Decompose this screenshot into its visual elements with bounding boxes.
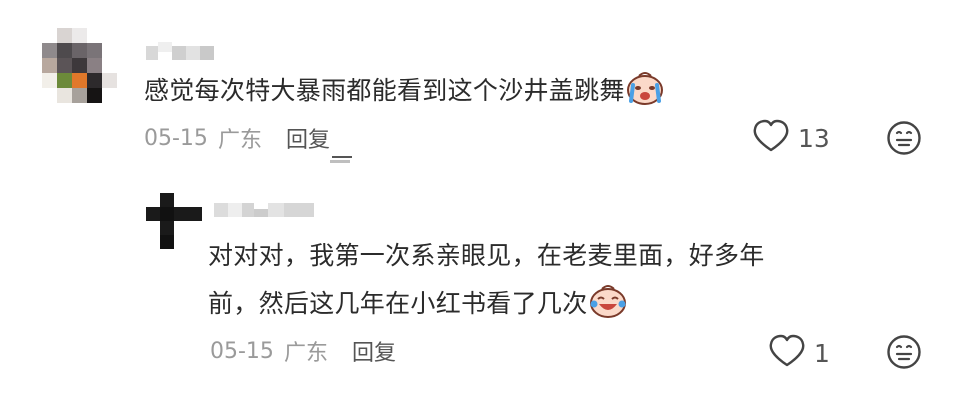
- replier-avatar-pixel: [146, 221, 160, 235]
- replier-avatar-pixel: [174, 207, 188, 221]
- replier-avatar-pixel: [160, 235, 174, 249]
- reaction-emoji-button[interactable]: [886, 120, 922, 160]
- commenter-avatar-pixel: [87, 73, 102, 88]
- reply-reaction-emoji-button[interactable]: [886, 334, 922, 374]
- neutral-face-icon: [887, 121, 921, 155]
- like-count: 1: [814, 338, 830, 368]
- commenter-avatar-pixel: [57, 88, 72, 103]
- commenter-avatar-pixel: [42, 73, 57, 88]
- comment-meta: 05-15 广东 回复: [144, 122, 330, 154]
- reply-date: 05-15: [210, 338, 274, 364]
- replier-avatar-pixel: [160, 221, 174, 235]
- replier-avatar-pixel: [160, 193, 174, 207]
- commenter-avatar-pixel: [42, 43, 57, 58]
- replier-avatar-pixel: [188, 193, 202, 207]
- replier-avatar-pixel: [188, 221, 202, 235]
- laughing-tears-face-icon: [588, 284, 628, 331]
- replier-username-blurred[interactable]: [214, 203, 314, 217]
- replier-avatar-pixel: [188, 235, 202, 249]
- commenter-avatar-pixel: [57, 73, 72, 88]
- commenter-avatar-pixel: [42, 88, 57, 103]
- replier-avatar-pixel: [174, 235, 188, 249]
- commenter-avatar-pixel: [72, 88, 87, 103]
- commenter-avatar-pixel: [72, 73, 87, 88]
- reply-reply-button[interactable]: 回复: [352, 335, 396, 367]
- reply-text-line1: 对对对，我第一次系亲眼见，在老麦里面，好多年: [208, 241, 765, 270]
- replier-avatar-pixel: [160, 207, 174, 221]
- replier-avatar-pixel: [146, 235, 160, 249]
- comment-body: 感觉每次特大暴雨都能看到这个沙井盖跳舞: [144, 76, 625, 105]
- reply-meta: 05-15 广东 回复: [210, 335, 396, 367]
- commenter-avatar-pixel: [87, 28, 102, 43]
- commenter-avatar-pixel: [102, 88, 117, 103]
- commenter-avatar[interactable]: [42, 28, 117, 103]
- divider-fragment: [330, 160, 350, 163]
- commenter-username-blurred[interactable]: [146, 40, 214, 60]
- commenter-avatar-pixel: [102, 73, 117, 88]
- reply-underline: [332, 156, 352, 158]
- reply-location: 广东: [283, 341, 328, 366]
- comment-reply-button[interactable]: 回复: [286, 122, 330, 154]
- commenter-avatar-pixel: [42, 28, 57, 43]
- commenter-avatar-pixel: [87, 58, 102, 73]
- replier-avatar-pixel: [174, 193, 188, 207]
- commenter-avatar-pixel: [87, 43, 102, 58]
- comment-text: 感觉每次特大暴雨都能看到这个沙井盖跳舞: [144, 70, 665, 118]
- commenter-avatar-pixel: [57, 43, 72, 58]
- commenter-avatar-pixel: [72, 28, 87, 43]
- heart-icon[interactable]: [768, 334, 806, 372]
- neutral-face-icon: [887, 335, 921, 369]
- commenter-avatar-pixel: [87, 88, 102, 103]
- replier-avatar-pixel: [146, 193, 160, 207]
- replier-avatar-pixel: [174, 221, 188, 235]
- replier-avatar-pixel: [188, 207, 202, 221]
- commenter-avatar-pixel: [42, 58, 57, 73]
- commenter-avatar-pixel: [102, 58, 117, 73]
- reply-like-button[interactable]: 1: [768, 334, 830, 372]
- commenter-avatar-pixel: [72, 58, 87, 73]
- reply-text-line2: 前，然后这几年在小红书看了几次: [208, 283, 628, 331]
- comment-like-button[interactable]: 13: [752, 119, 830, 157]
- commenter-avatar-pixel: [57, 58, 72, 73]
- replier-avatar[interactable]: [146, 193, 202, 249]
- replier-avatar-pixel: [146, 207, 160, 221]
- comment-date: 05-15: [144, 125, 208, 151]
- crying-face-icon: [625, 71, 665, 118]
- reply-body-line2: 前，然后这几年在小红书看了几次: [208, 289, 588, 318]
- commenter-avatar-pixel: [72, 43, 87, 58]
- like-count: 13: [798, 123, 830, 153]
- commenter-avatar-pixel: [102, 43, 117, 58]
- commenter-avatar-pixel: [57, 28, 72, 43]
- heart-icon[interactable]: [752, 119, 790, 157]
- commenter-avatar-pixel: [102, 28, 117, 43]
- comment-location: 广东: [217, 128, 262, 153]
